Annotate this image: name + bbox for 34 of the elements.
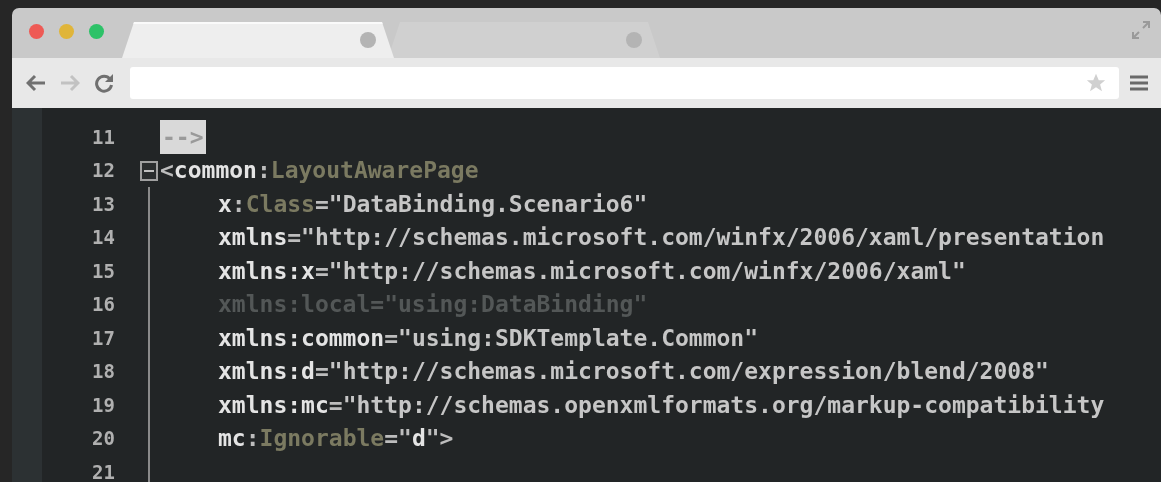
code-line: xmlns:common="using:SDKTemplate.Common" [217,324,759,351]
back-button[interactable] [24,72,48,94]
tab-close-icon[interactable] [626,32,642,48]
line-number: 20 [91,427,115,450]
fullscreen-icon[interactable] [1131,20,1151,40]
tab-close-icon[interactable] [360,32,376,48]
code-line: mc:Ignorable="d"> [217,425,454,452]
line-number: 11 [91,125,115,148]
star-icon [1085,72,1107,94]
line-number: 19 [91,393,115,416]
code-line: <common:LayoutAwarePage [160,157,479,184]
line-number: 18 [91,360,115,383]
code-line: xmlns="http://schemas.microsoft.com/winfx/2006/xaml/presentation [217,224,1105,251]
forward-arrow-icon [60,74,80,92]
menu-icon[interactable] [1129,74,1149,92]
zoom-window-button[interactable] [89,23,104,39]
minimize-window-button[interactable] [59,23,74,39]
code-line: xmlns:mc="http://schemas.openxmlformats.org/markup-compatibility [217,391,1105,418]
close-window-button[interactable] [29,23,44,39]
line-number: 21 [91,460,115,482]
code-line: x:Class="DataBinding.Scenario6" [217,190,648,217]
line-number: 14 [91,226,115,249]
code-line: xmlns:d="http://schemas.microsoft.com/expression/blend/2008" [217,358,1049,385]
browser-tab[interactable] [122,22,394,58]
reload-icon [94,73,114,93]
line-number: 16 [91,293,115,316]
line-number: 17 [91,326,115,349]
code-line: xmlns:x="http://schemas.microsoft.com/winfx/2006/xaml" [217,257,966,284]
line-number: 13 [91,192,115,215]
line-number: 15 [91,259,115,282]
collapse-icon[interactable] [140,160,158,181]
back-arrow-icon [26,74,46,92]
address-field[interactable] [130,67,1119,99]
line-number: 12 [91,159,115,182]
